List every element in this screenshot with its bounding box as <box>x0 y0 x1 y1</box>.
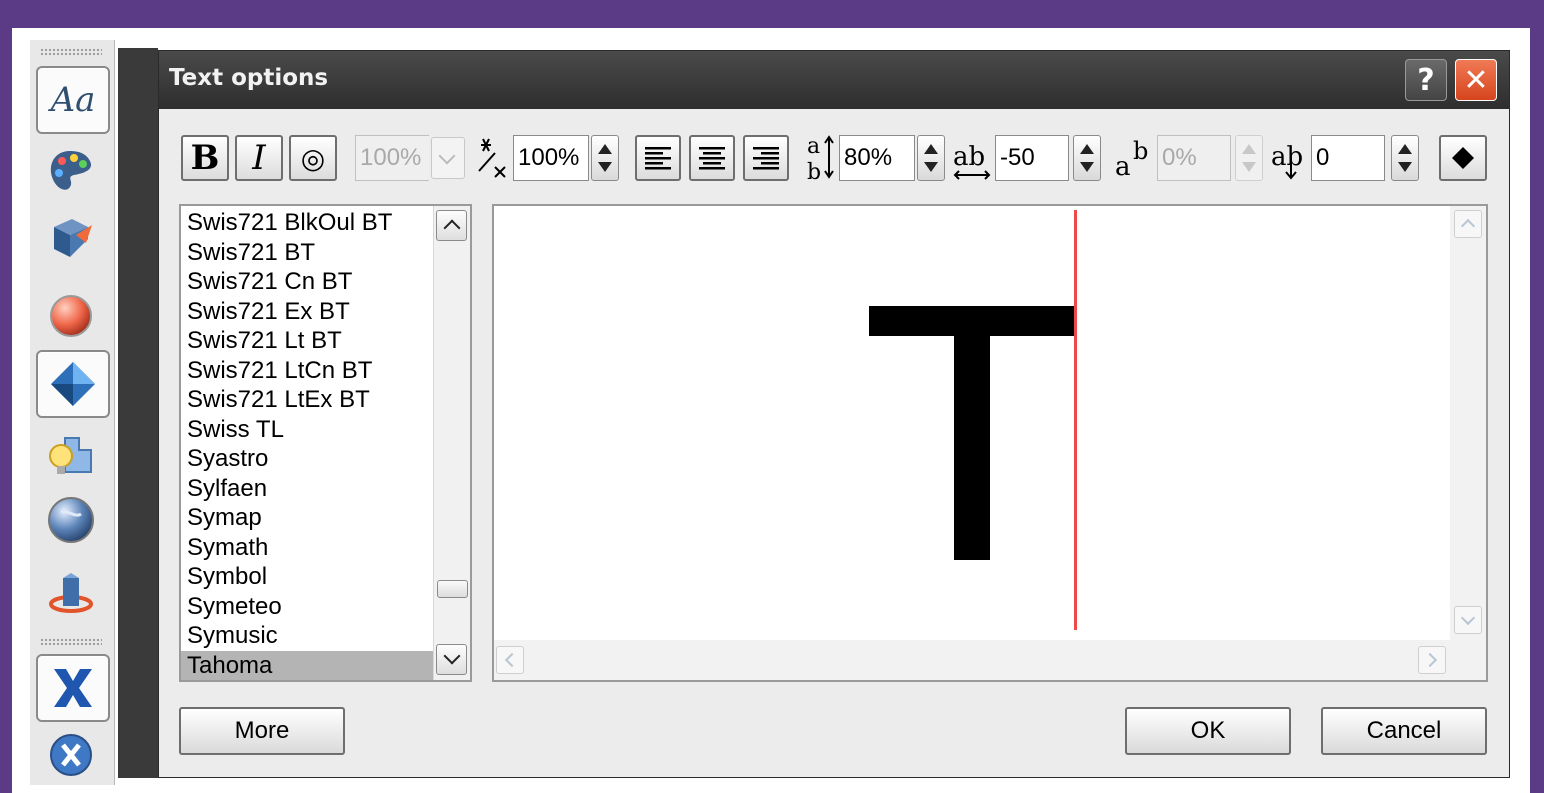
preview-scroll-right[interactable] <box>1418 646 1446 674</box>
char-width-field[interactable]: 100% <box>513 135 589 181</box>
text-preview[interactable]: T <box>492 204 1488 682</box>
preview-vscrollbar[interactable] <box>1450 206 1486 680</box>
tool-palette: Aa <box>30 40 115 785</box>
app-sidebar-strip <box>118 48 158 778</box>
svg-text:a: a <box>807 134 820 159</box>
text-cursor-line <box>1074 210 1077 630</box>
font-list[interactable]: Swis721 BlkOul BT Swis721 BT Swis721 Cn BT… <box>179 204 472 682</box>
superscript-spinner <box>1235 135 1263 181</box>
ok-button[interactable]: OK <box>1125 707 1291 755</box>
text-options-dialog: Text options ? ✕ B I ◎ 100% 100% a b 80%… <box>158 50 1510 778</box>
kerning-field[interactable]: -50 <box>995 135 1069 181</box>
font-list-item[interactable]: Symbol <box>181 562 433 592</box>
char-width-icon <box>478 138 506 178</box>
preview-hscrollbar[interactable] <box>494 640 1486 680</box>
more-button[interactable]: More <box>179 707 345 755</box>
material-tool-button[interactable] <box>36 284 106 348</box>
svg-text:ab: ab <box>953 142 985 172</box>
line-spacing-field[interactable]: 80% <box>839 135 915 181</box>
char-width-spinner[interactable] <box>591 135 619 181</box>
sphere-icon <box>50 295 92 337</box>
color-palette-icon <box>50 151 92 190</box>
light-bulb-icon <box>49 437 92 474</box>
font-list-item[interactable]: Symeteo <box>181 592 433 622</box>
svg-text:ab: ab <box>1271 142 1303 172</box>
cube-icon <box>54 219 92 257</box>
baseline-spinner[interactable] <box>1391 135 1419 181</box>
font-list-item[interactable]: Swis721 Lt BT <box>181 326 433 356</box>
dialog-title: Text options <box>169 65 329 91</box>
bold-button[interactable]: B <box>181 135 229 181</box>
globe-icon <box>48 497 94 543</box>
dialog-titlebar[interactable]: Text options ? ✕ <box>159 51 1509 109</box>
kerning-spinner[interactable] <box>1073 135 1101 181</box>
baseline-field[interactable]: 0 <box>1311 135 1385 181</box>
environment-tool-button[interactable] <box>36 488 106 552</box>
help-button[interactable]: ? <box>1405 59 1447 101</box>
align-right-icon <box>753 147 779 170</box>
palette-grip[interactable] <box>40 48 102 56</box>
font-list-item[interactable]: Swis721 Ex BT <box>181 297 433 327</box>
diamond-icon <box>51 362 95 406</box>
text-tool-label: Aa <box>50 80 96 120</box>
font-list-item[interactable]: Swiss TL <box>181 415 433 445</box>
font-list-item[interactable]: Swis721 LtEx BT <box>181 385 433 415</box>
baseline-icon: ab <box>1271 142 1303 180</box>
font-list-item[interactable]: Swis721 Cn BT <box>181 267 433 297</box>
line-spacing-icon: a b <box>807 134 834 185</box>
svg-text:b: b <box>807 160 821 185</box>
font-list-item[interactable]: Swis721 BT <box>181 238 433 268</box>
bevel-tool-button[interactable] <box>36 350 110 418</box>
text-tool-button[interactable]: Aa <box>36 66 110 134</box>
font-list-item[interactable]: Sylfaen <box>181 474 433 504</box>
align-center-button[interactable] <box>689 135 735 181</box>
align-right-button[interactable] <box>743 135 789 181</box>
rotate-object-icon <box>49 573 93 613</box>
align-center-icon <box>699 147 725 170</box>
diamond-small-icon <box>1452 147 1474 169</box>
font-list-scroll-down[interactable] <box>436 644 467 675</box>
preview-scroll-left[interactable] <box>496 646 524 674</box>
preview-glyph-bar <box>869 306 1077 336</box>
font-list-scrollbar[interactable] <box>433 206 470 680</box>
kerning-icon: ab <box>953 142 991 180</box>
more-options-button[interactable] <box>1439 135 1487 181</box>
superscript-field: 0% <box>1157 135 1231 181</box>
close-button[interactable]: ✕ <box>1455 59 1497 101</box>
italic-button[interactable]: I <box>235 135 283 181</box>
x-circle-icon <box>50 734 92 776</box>
preview-scroll-up[interactable] <box>1454 210 1482 238</box>
font-list-scroll-thumb[interactable] <box>437 580 468 598</box>
extrude-tool-button[interactable] <box>36 206 106 270</box>
font-list-item[interactable]: Symap <box>181 503 433 533</box>
preview-glyph-stem <box>954 334 990 560</box>
palette-grip-2[interactable] <box>40 638 102 646</box>
font-list-item[interactable]: Swis721 BlkOul BT <box>181 208 433 238</box>
extra-tool-button[interactable] <box>36 730 106 780</box>
svg-text:b: b <box>1133 137 1148 165</box>
x-logo-icon <box>54 669 92 707</box>
scale-field: 100% <box>355 135 429 181</box>
font-list-item[interactable]: Swis721 LtCn BT <box>181 356 433 386</box>
font-list-item[interactable]: Symath <box>181 533 433 563</box>
palette-color-button[interactable] <box>36 140 106 204</box>
align-left-button[interactable] <box>635 135 681 181</box>
lighting-tool-button[interactable] <box>36 426 106 490</box>
font-list-item[interactable]: Symusic <box>181 621 433 651</box>
transform-tool-button[interactable] <box>36 562 106 626</box>
scale-dropdown-icon <box>431 137 465 179</box>
preview-scroll-down[interactable] <box>1454 606 1482 634</box>
line-spacing-spinner[interactable] <box>917 135 945 181</box>
outline-button[interactable]: ◎ <box>289 135 337 181</box>
font-list-item[interactable]: Syastro <box>181 444 433 474</box>
close-tools-button[interactable] <box>36 654 110 722</box>
font-list-item[interactable]: Tahoma <box>181 650 433 680</box>
cancel-button[interactable]: Cancel <box>1321 707 1487 755</box>
superscript-icon: a b <box>1115 137 1148 182</box>
align-left-icon <box>645 147 671 170</box>
font-list-scroll-up[interactable] <box>436 210 467 241</box>
svg-text:a: a <box>1115 152 1131 182</box>
